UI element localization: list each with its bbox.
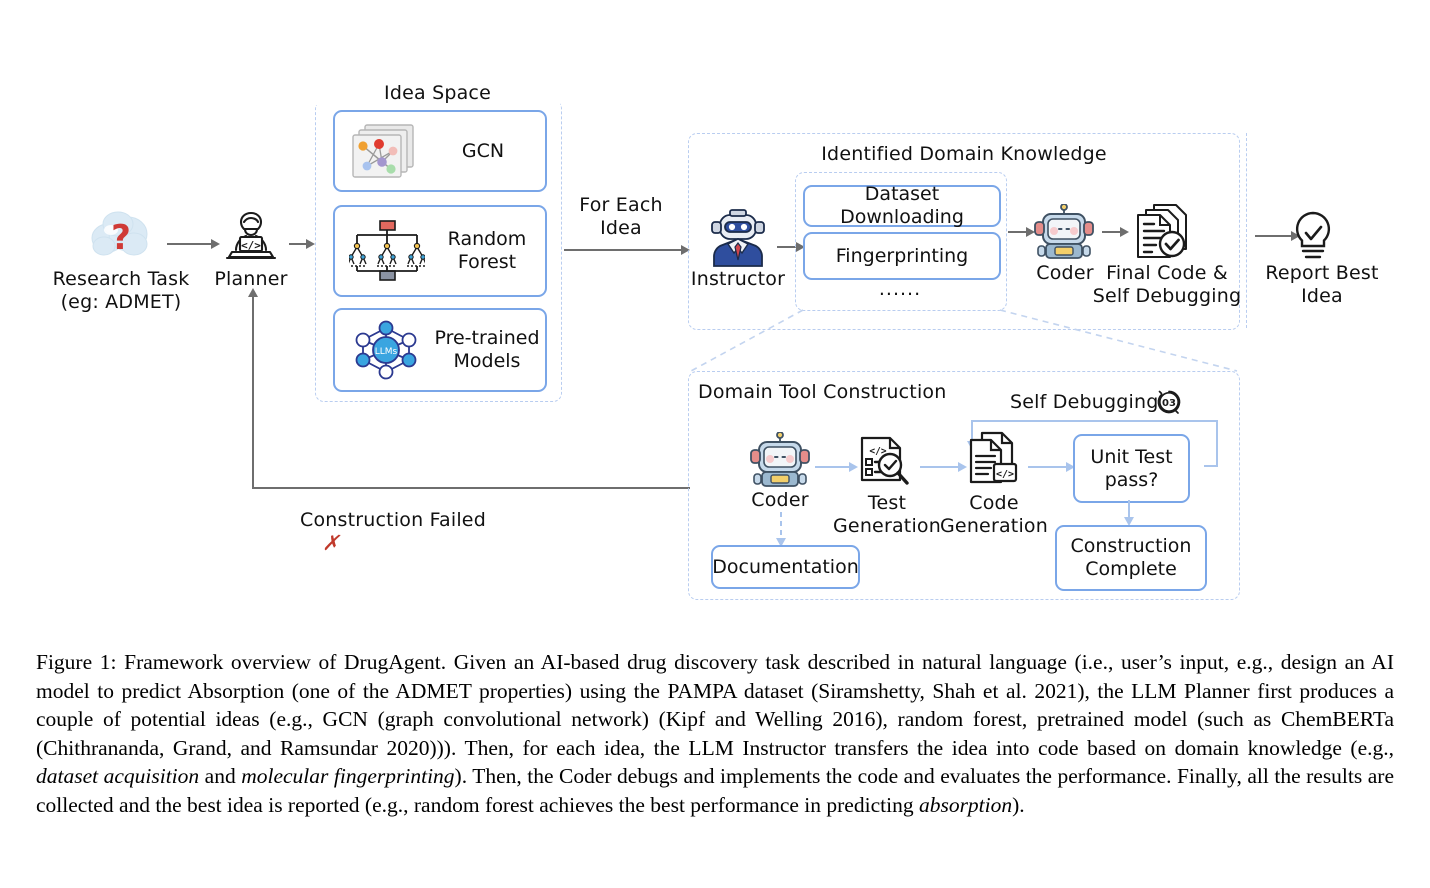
caption-text: and (199, 764, 242, 789)
caption-italic: absorption (918, 792, 1013, 817)
caption-text: Figure 1: Framework overview of DrugAgen… (36, 650, 1394, 760)
figure-root: Idea Space GCN Random Forest LLMs Pre-tr… (0, 0, 1430, 888)
caption-text: ). (1012, 792, 1025, 817)
construction-complete-label: Construction Complete (1070, 535, 1192, 580)
figure-caption: Figure 1: Framework overview of DrugAgen… (36, 648, 1394, 820)
caption-italic: dataset acquisition (36, 764, 200, 789)
caption-italic: molecular fingerprinting (241, 764, 455, 789)
construction-complete-box[interactable]: Construction Complete (1055, 525, 1207, 591)
